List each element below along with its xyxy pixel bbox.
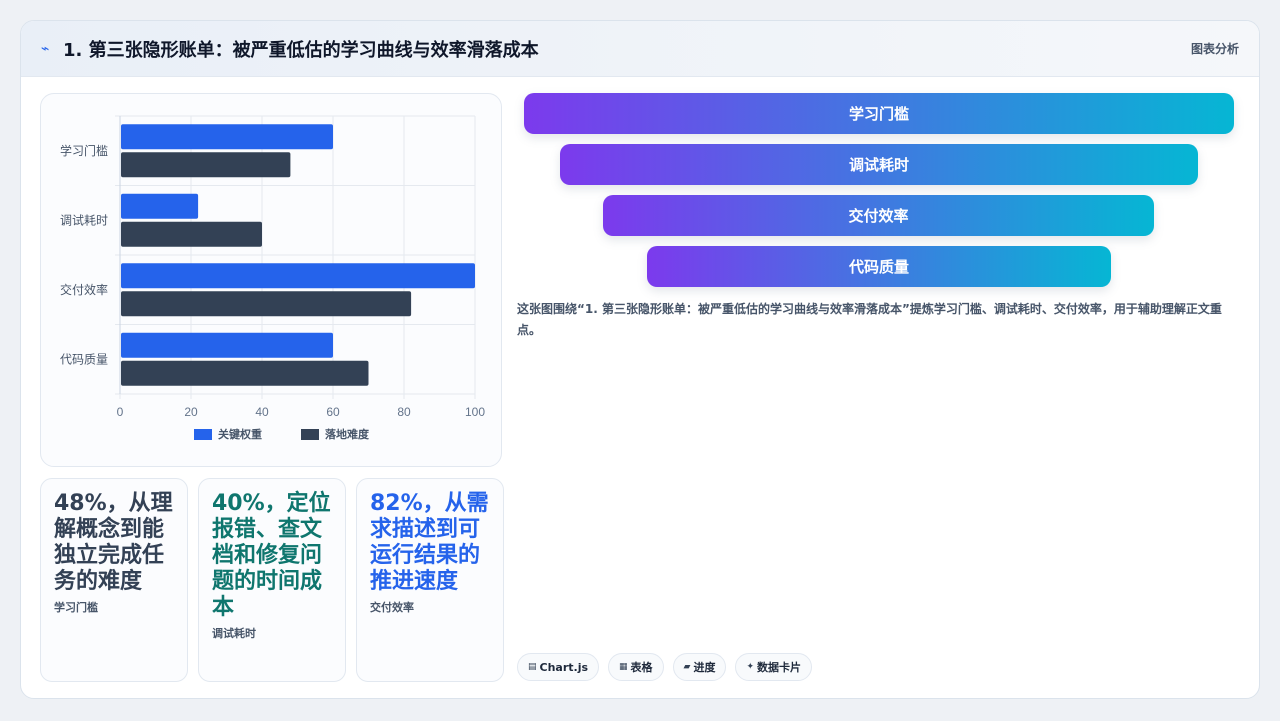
tag-data-card[interactable]: ✦ 数据卡片	[735, 653, 813, 681]
legend-label: 落地难度	[325, 427, 370, 441]
x-tick-label: 40	[255, 405, 269, 419]
bar-chart-panel: 0 20 40 60 80 100 学习门槛调试耗时交付效率代码质量关键权重 落地难度	[40, 93, 502, 467]
x-tick-label: 0	[117, 405, 124, 419]
x-tick-label: 60	[326, 405, 340, 419]
bar-key-weight	[121, 193, 199, 219]
funnel-row: 交付效率	[603, 195, 1154, 236]
bar-difficulty	[121, 221, 262, 247]
card-header: ⌁ 1. 第三张隐形账单：被严重低估的学习曲线与效率滑落成本 图表分析	[21, 21, 1259, 77]
x-tick-label: 20	[184, 405, 198, 419]
stat-card-debugging: 40%，定位报错、查文档和修复问题的时间成本 调试耗时	[198, 478, 346, 682]
tag-label: 进度	[693, 661, 716, 674]
bar-chart: 0 20 40 60 80 100 学习门槛调试耗时交付效率代码质量关键权重 落地难度	[60, 115, 485, 441]
legend-label: 关键权重	[218, 427, 262, 441]
funnel-row: 调试耗时	[560, 144, 1198, 185]
bar-difficulty	[121, 291, 412, 317]
sparkle-icon: ✦	[746, 662, 755, 672]
stat-card-delivery: 82%，从需求描述到可运行结果的推进速度 交付效率	[356, 478, 504, 682]
bar-key-weight	[121, 263, 475, 289]
stat-value: 48%，从理解概念到能独立完成任务的难度	[54, 491, 173, 594]
bar-key-weight	[121, 124, 333, 150]
legend-swatch	[194, 429, 212, 440]
trend-icon: ⌁	[41, 40, 50, 57]
y-category-label: 调试耗时	[60, 212, 108, 227]
tag-list: ▤ Chart.js ▦ 表格 ▰ 进度 ✦ 数据卡片	[517, 653, 813, 681]
funnel-row: 学习门槛	[524, 93, 1234, 134]
tag-chartjs[interactable]: ▤ Chart.js	[517, 653, 600, 681]
tag-table[interactable]: ▦ 表格	[608, 653, 664, 681]
tag-progress[interactable]: ▰ 进度	[672, 653, 727, 681]
bar-difficulty	[121, 360, 369, 386]
y-category-label: 代码质量	[60, 352, 108, 366]
y-category-label: 交付效率	[60, 282, 108, 297]
tag-label: 数据卡片	[757, 661, 802, 674]
bar-difficulty	[121, 152, 291, 178]
stat-label: 学习门槛	[54, 601, 98, 614]
chart-analysis-tag: 图表分析	[1190, 42, 1239, 56]
stat-value: 82%，从需求描述到可运行结果的推进速度	[370, 491, 489, 594]
card-title: 1. 第三张隐形账单：被严重低估的学习曲线与效率滑落成本	[63, 39, 539, 61]
legend-swatch	[301, 429, 319, 440]
funnel-row: 代码质量	[647, 246, 1111, 287]
chart-summary: 这张图围绕“1. 第三张隐形账单：被严重低估的学习曲线与效率滑落成本”提炼学习门…	[517, 302, 1222, 337]
progress-icon: ▰	[683, 662, 691, 672]
chart-icon: ▤	[528, 662, 537, 672]
stat-label: 交付效率	[370, 601, 414, 614]
tag-label: Chart.js	[539, 660, 589, 674]
bar-key-weight	[121, 332, 333, 358]
y-category-label: 学习门槛	[60, 143, 108, 158]
x-tick-label: 100	[465, 405, 485, 419]
chart-card: ⌁ 1. 第三张隐形账单：被严重低估的学习曲线与效率滑落成本 图表分析 0 20 4…	[20, 20, 1260, 699]
stat-label: 调试耗时	[212, 627, 256, 640]
tag-label: 表格	[630, 661, 653, 674]
table-icon: ▦	[619, 662, 628, 672]
x-tick-label: 80	[397, 405, 411, 419]
stat-card-learning: 48%，从理解概念到能独立完成任务的难度 学习门槛	[40, 478, 188, 682]
stat-value: 40%，定位报错、查文档和修复问题的时间成本	[212, 491, 331, 620]
